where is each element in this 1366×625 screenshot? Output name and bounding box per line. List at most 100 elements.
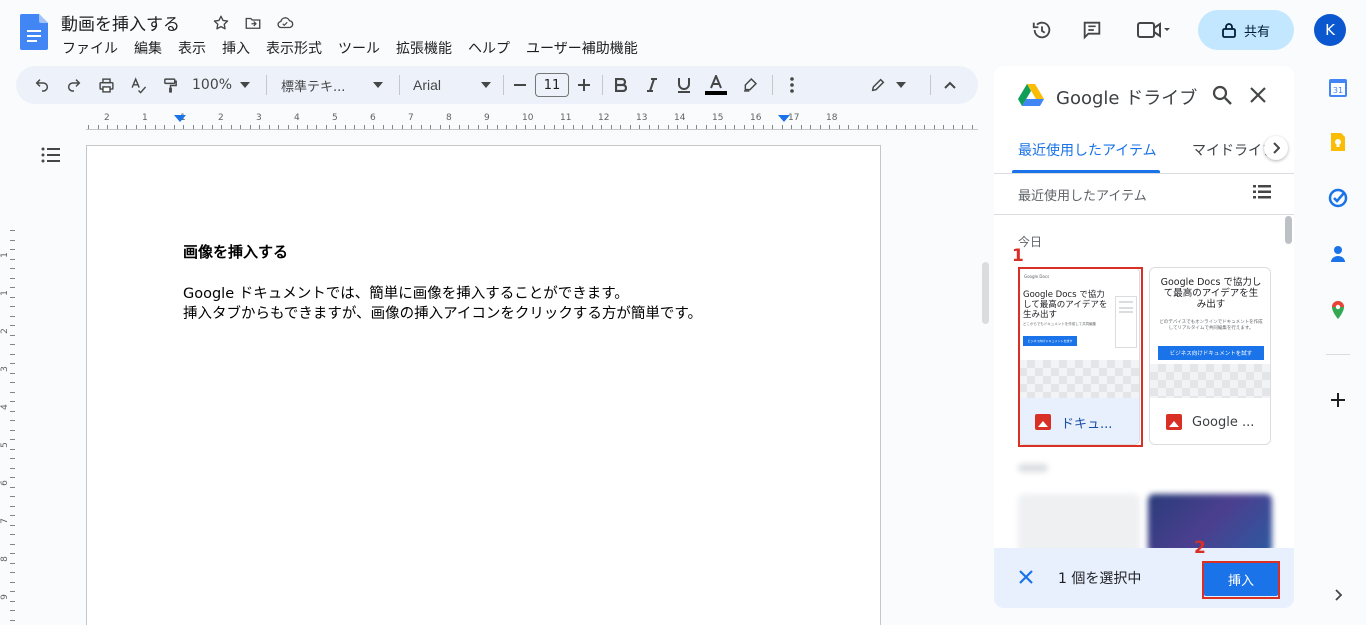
share-button[interactable]: 共有 (1198, 10, 1294, 50)
clear-selection-icon[interactable] (1016, 567, 1036, 587)
spellcheck-icon[interactable] (128, 75, 148, 95)
ruler-number: 18 (826, 113, 838, 123)
ruler-tick (857, 125, 859, 129)
search-icon[interactable] (1210, 83, 1234, 107)
ruler-tick (278, 125, 279, 129)
ruler-tick (173, 125, 175, 129)
menu-edit[interactable]: 編集 (134, 38, 170, 58)
increase-font-size-icon[interactable] (576, 75, 592, 95)
undo-icon[interactable] (32, 75, 52, 95)
drive-scrollbar[interactable] (1285, 216, 1292, 244)
image-file-icon (1035, 414, 1051, 430)
menu-view[interactable]: 表示 (178, 38, 214, 58)
ruler-tick (10, 277, 15, 279)
docs-logo-icon[interactable] (20, 14, 48, 50)
tasks-icon[interactable] (1328, 188, 1348, 208)
add-icon[interactable] (1328, 390, 1348, 410)
italic-icon[interactable] (642, 75, 662, 95)
left-indent-marker[interactable] (174, 115, 186, 122)
ruler-tick (10, 334, 15, 336)
ruler-number: 9 (0, 594, 10, 600)
ruler-tick (221, 125, 222, 129)
file-card-footer: Google ... (1150, 398, 1270, 444)
ruler-tick (639, 125, 640, 129)
maps-icon[interactable] (1328, 300, 1348, 320)
tab-scroll-right-button[interactable] (1264, 136, 1288, 160)
ruler-tick (135, 125, 137, 129)
highlight-icon[interactable] (740, 75, 760, 95)
ruler-tick (316, 125, 317, 129)
underline-icon[interactable] (674, 75, 694, 95)
history-icon[interactable] (1022, 10, 1062, 50)
selected-count: 1 個を選択中 (1058, 571, 1142, 587)
menu-file[interactable]: ファイル (62, 38, 126, 58)
menu-help[interactable]: ヘルプ (468, 38, 518, 58)
ruler-tick (10, 477, 15, 478)
thumb-brand: Google Docs (1024, 274, 1050, 279)
ruler-tick (952, 125, 954, 129)
thumb-cta: ビジネス向けドキュメントを試す (1023, 336, 1077, 346)
collapse-toolbar-icon[interactable] (940, 75, 960, 95)
zoom-select[interactable]: 100% (192, 75, 258, 95)
ruler-tick (563, 125, 564, 129)
meet-icon[interactable] (1130, 10, 1178, 50)
move-folder-icon[interactable] (242, 12, 264, 34)
ruler-tick (10, 363, 15, 364)
avatar[interactable]: K (1314, 14, 1346, 46)
file-card-selected[interactable]: Google Docs Google Docs で協力して最高のアイデアを生み出… (1018, 267, 1140, 445)
ruler-tick (525, 125, 526, 129)
font-select[interactable]: Arial (413, 75, 491, 95)
document-outline-icon[interactable] (40, 144, 62, 166)
insert-button[interactable]: 挿入 (1204, 562, 1278, 596)
style-select[interactable]: 標準テキ... (281, 75, 383, 95)
bold-icon[interactable] (611, 75, 631, 95)
menu-tools[interactable]: ツール (338, 38, 388, 58)
ruler-tick (145, 125, 146, 129)
zoom-value: 100% (192, 77, 233, 93)
keep-icon[interactable] (1328, 132, 1348, 152)
ruler-number: 5 (0, 442, 10, 448)
comments-icon[interactable] (1072, 10, 1112, 50)
annotation-step-2: 2 (1194, 538, 1206, 558)
section-header: 最近使用したアイテム (1018, 189, 1147, 204)
decrease-font-size-icon[interactable] (512, 75, 528, 95)
ruler-tick (10, 467, 15, 469)
paint-format-icon[interactable] (160, 75, 180, 95)
more-options-icon[interactable] (782, 75, 802, 95)
list-view-icon[interactable] (1252, 182, 1272, 202)
ruler-tick (924, 125, 925, 129)
cloud-saved-icon[interactable] (274, 12, 296, 34)
calendar-icon[interactable]: 31 (1328, 78, 1348, 98)
contacts-icon[interactable] (1328, 244, 1348, 264)
document-scrollbar[interactable] (982, 262, 989, 324)
ruler-tick (914, 125, 916, 129)
print-icon[interactable] (96, 75, 116, 95)
document-page[interactable]: 画像を挿入する Google ドキュメントでは、簡単に画像を挿入することができま… (86, 145, 881, 625)
menu-extensions[interactable]: 拡張機能 (396, 38, 460, 58)
file-card[interactable]: Google Docs で協力して最高のアイデアを生み出す どのデバイスでもオン… (1149, 267, 1271, 445)
menu-bar: ファイル 編集 表示 挿入 表示形式 ツール 拡張機能 ヘルプ ユーザー補助機能 (62, 38, 654, 58)
text-color-icon[interactable] (704, 75, 728, 95)
document-title[interactable]: 動画を挿入する (61, 10, 180, 35)
tab-recent[interactable]: 最近使用したアイテム (1018, 140, 1157, 160)
ruler-tick (10, 429, 15, 431)
chevron-right-icon[interactable] (1332, 588, 1344, 602)
star-icon[interactable] (210, 12, 232, 34)
close-icon[interactable] (1246, 83, 1270, 107)
font-value: Arial (413, 77, 442, 93)
chevron-down-icon (373, 82, 383, 88)
editing-mode-button[interactable] (868, 75, 908, 95)
ruler-tick (544, 125, 545, 129)
font-size-input[interactable]: 11 (535, 73, 569, 97)
ruler-tick (10, 382, 15, 383)
ruler-tick (192, 125, 194, 129)
ruler-tick (10, 249, 15, 250)
menu-insert[interactable]: 挿入 (222, 38, 258, 58)
svg-text:31: 31 (1333, 86, 1343, 95)
right-indent-marker[interactable] (778, 115, 790, 122)
ruler-tick (10, 458, 15, 459)
page-paragraph: Google ドキュメントでは、簡単に画像を挿入することができます。 挿入タブか… (183, 284, 702, 324)
redo-icon[interactable] (64, 75, 84, 95)
menu-accessibility[interactable]: ユーザー補助機能 (526, 38, 646, 58)
menu-format[interactable]: 表示形式 (266, 38, 330, 58)
